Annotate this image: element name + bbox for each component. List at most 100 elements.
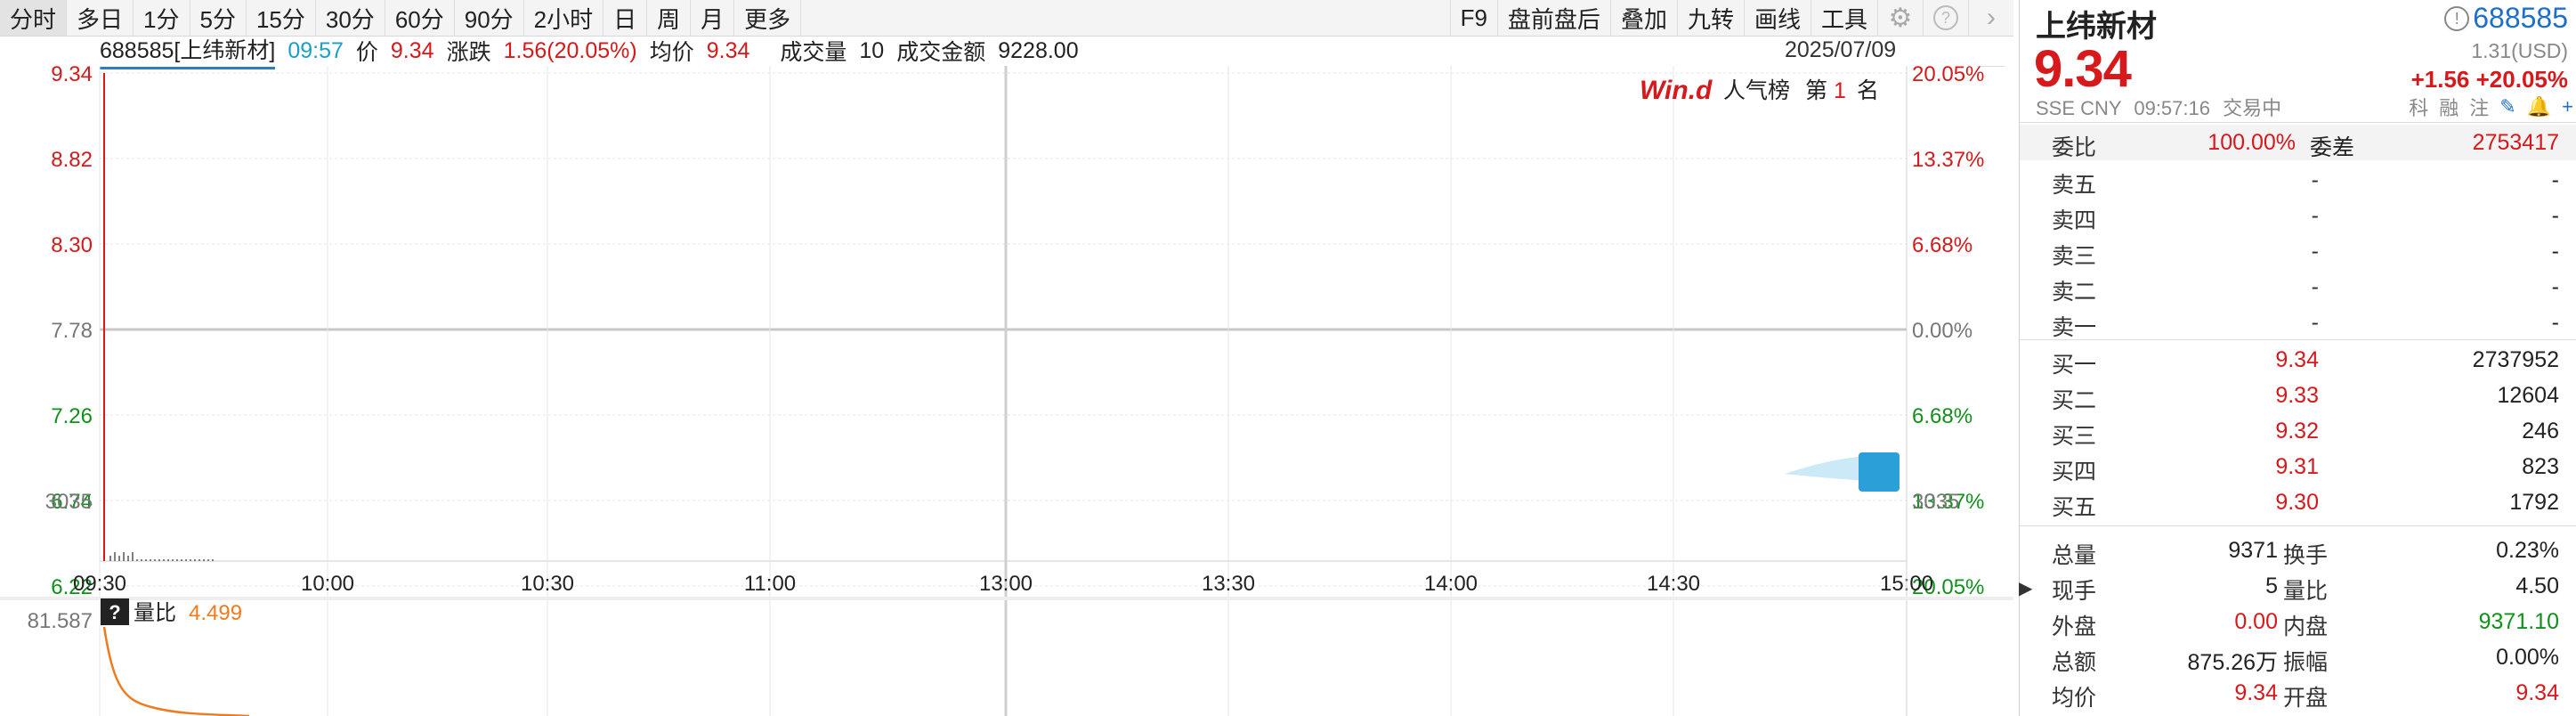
pct-tick: 6.68% xyxy=(1912,233,1973,257)
bid-row[interactable]: 买二 9.33 12604 xyxy=(2020,378,2576,413)
tool-button[interactable]: F9 xyxy=(1449,0,1497,36)
ratio-line xyxy=(102,626,250,716)
avg-label: 均价 xyxy=(649,40,694,65)
level-label: 买四 xyxy=(2052,460,2097,484)
exchange: SSE xyxy=(2036,97,2076,119)
ask-row[interactable]: 卖二 - - xyxy=(2020,269,2576,305)
stat-label-left: 外盘 xyxy=(2052,614,2097,639)
stats-row: 总量 9371 换手 0.23% xyxy=(2020,533,2576,568)
rank-suffix: 名 xyxy=(1857,78,1879,103)
level-price: - xyxy=(2311,167,2319,192)
stats-row: 外盘 0.00 内盘 9371.10 xyxy=(2020,604,2576,639)
bell-icon[interactable]: 🔔 xyxy=(2527,95,2551,118)
period-tab[interactable]: 15分 xyxy=(247,0,316,36)
pen-icon[interactable]: ✎ xyxy=(2499,95,2515,118)
bid-row[interactable]: 买一 9.34 2737952 xyxy=(2020,342,2576,378)
info-time: 09:57 xyxy=(288,37,344,63)
rank-number: 1 xyxy=(1834,78,1846,103)
bid-row[interactable]: 买三 9.32 246 xyxy=(2020,413,2576,449)
panel-change: +1.56 xyxy=(2410,66,2470,93)
stat-label-right: 开盘 xyxy=(2283,686,2329,711)
help-icon[interactable]: ? xyxy=(1923,0,1968,36)
help-icon: ? xyxy=(109,601,120,623)
price-value: 9.34 xyxy=(390,37,434,63)
time-tick: 13:00 xyxy=(979,572,1033,596)
stat-value-right: 9.34 xyxy=(2515,680,2559,705)
stat-value-left: 5 xyxy=(2265,574,2278,598)
level-price: - xyxy=(2311,274,2319,299)
intraday-chart[interactable]: 9.34 20.05% 8.82 13.37% 8.30 6.68% 7.78 0.00% 7.… xyxy=(0,66,2013,716)
stat-label-right: 换手 xyxy=(2283,543,2329,568)
bid-row[interactable]: 买五 9.30 1792 xyxy=(2020,484,2576,520)
collapse-arrow-icon[interactable]: ▶ xyxy=(2019,577,2032,599)
next-icon[interactable]: › xyxy=(1968,0,2013,36)
settings-icon[interactable]: ⚙ xyxy=(1877,0,1923,36)
period-tab[interactable]: 5分 xyxy=(190,0,247,36)
stats-row: 现手 5 量比 4.50 xyxy=(2020,568,2576,604)
pct-tick: 0.00% xyxy=(1912,319,1973,343)
wc-value: 2753417 xyxy=(2472,130,2559,155)
status-line: SSE CNY 09:57:16 交易中 xyxy=(2036,93,2281,121)
period-tab[interactable]: 1分 xyxy=(134,0,190,36)
ask-row[interactable]: 卖五 - - xyxy=(2020,162,2576,198)
stat-label-left: 总额 xyxy=(2052,650,2097,675)
tool-buttons: F9 盘前盘后 叠加 九转 画线 工具 ⚙? › xyxy=(1449,0,2013,36)
stock-code-box: ! 688585 xyxy=(2444,2,2568,35)
stat-value-right: 0.00% xyxy=(2496,645,2559,670)
wind-logo: Win.d xyxy=(1640,76,1713,105)
bid-row[interactable]: 买四 9.31 823 xyxy=(2020,449,2576,484)
pct-tick: 6.68% xyxy=(1912,404,1973,428)
stat-value-left: 9371 xyxy=(2228,538,2278,563)
period-tab[interactable]: 分时 xyxy=(0,0,68,36)
ratio-axis-tick: 81.587 xyxy=(28,609,93,633)
period-tab[interactable]: 90分 xyxy=(455,0,524,36)
level-volume: - xyxy=(2551,203,2559,228)
ask-row[interactable]: 卖三 - - xyxy=(2020,233,2576,269)
divider xyxy=(2020,122,2576,123)
tool-button[interactable]: 画线 xyxy=(1743,0,1810,36)
stats-row: 总额 875.26万 振幅 0.00% xyxy=(2020,639,2576,675)
stock-code-name[interactable]: 688585[上纬新材] xyxy=(100,33,276,69)
period-tab[interactable]: 60分 xyxy=(385,0,455,36)
volume-tick: 3035 xyxy=(45,490,93,514)
amount-label: 成交金额 xyxy=(896,40,986,65)
volume-tick: 3035 xyxy=(1912,490,1959,514)
price-tick: 7.78 xyxy=(51,319,93,343)
volume-label: 成交量 xyxy=(780,40,847,65)
tool-button[interactable]: 工具 xyxy=(1810,0,1877,36)
ask-row[interactable]: 卖四 - - xyxy=(2020,198,2576,233)
stat-value-right: 4.50 xyxy=(2515,574,2559,598)
tool-button[interactable]: 叠加 xyxy=(1609,0,1677,36)
level-label: 卖三 xyxy=(2052,244,2097,269)
add-icon[interactable]: + xyxy=(2562,95,2573,118)
period-tab[interactable]: 2小时 xyxy=(524,0,604,36)
price-tick: 8.30 xyxy=(51,233,93,257)
period-tabs: 分时 多日 1分 5分 15分 30分 60分 90分 2小时日周月更多 xyxy=(0,0,802,36)
tool-button[interactable]: 盘前盘后 xyxy=(1496,0,1610,36)
period-tab[interactable]: 月 xyxy=(691,0,735,36)
period-tab[interactable]: 多日 xyxy=(67,0,134,36)
ask-row[interactable]: 卖一 - - xyxy=(2020,305,2576,340)
period-tab[interactable]: 日 xyxy=(603,0,648,36)
flag-ke: 科 xyxy=(2409,97,2429,119)
level-volume: - xyxy=(2551,310,2559,335)
level-price: 9.31 xyxy=(2275,454,2319,479)
period-tab[interactable]: 更多 xyxy=(734,0,802,36)
info-icon[interactable]: ! xyxy=(2444,5,2470,31)
quote-info-bar: 688585[上纬新材] 09:57 价 9.34 涨跌 1.56(20.05%… xyxy=(100,33,1907,69)
avg-value: 9.34 xyxy=(706,37,750,63)
panel-change-pct: +20.05% xyxy=(2475,66,2568,93)
time-tick: 14:00 xyxy=(1424,572,1478,596)
stat-value-left: 875.26万 xyxy=(2187,650,2278,675)
period-tab[interactable]: 周 xyxy=(647,0,692,36)
level-price: - xyxy=(2311,310,2319,335)
ratio-label: 量比 xyxy=(134,601,176,625)
period-tab[interactable]: 30分 xyxy=(316,0,385,36)
stat-value-left: 9.34 xyxy=(2234,680,2278,705)
tool-button[interactable]: 九转 xyxy=(1676,0,1744,36)
amount-value: 9228.00 xyxy=(998,37,1079,63)
flag-rong: 融 xyxy=(2439,97,2459,119)
level-price: 9.33 xyxy=(2275,383,2319,408)
level-price: 9.34 xyxy=(2275,347,2319,372)
time-tick: 11:00 xyxy=(744,572,796,596)
